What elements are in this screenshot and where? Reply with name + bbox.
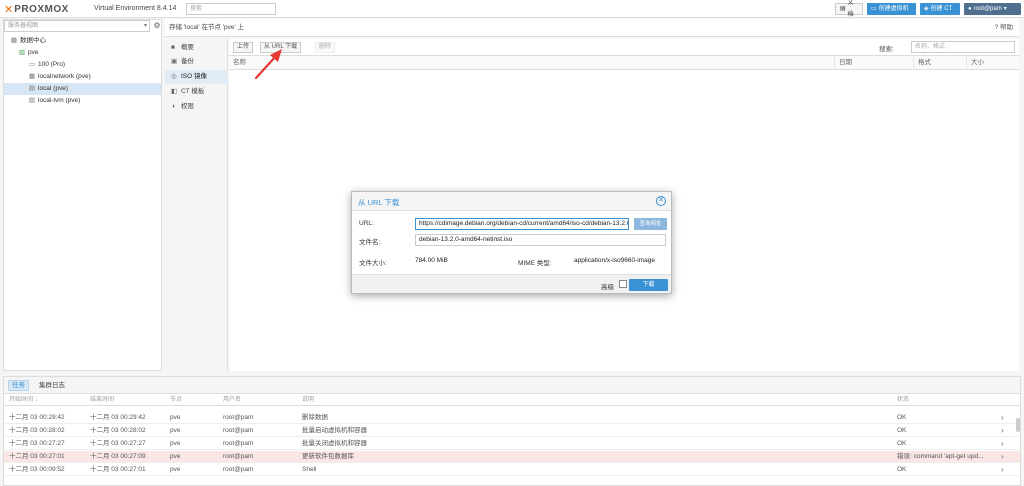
task-row-error[interactable]: 十二月 03 00:27:01 十二月 03 00:27:09 pve root… [4,451,1020,463]
tree-item-node-pve[interactable]: ▥ pve [4,47,161,59]
template-icon: ◧ [171,88,178,95]
resource-tree-panel: 服务器视图 ▾ ⚙ ▦ 数据中心 ▥ pve ▭ 100 (Pro) ▦ localne… [3,19,162,371]
column-node[interactable]: 节点 [165,394,182,406]
download-button[interactable]: 下载 [629,279,668,291]
storage-icon: ▤ [28,97,36,104]
nav-permissions[interactable]: ◑ 权限 [165,100,228,114]
dialog-title: 从 URL 下载 [358,198,400,207]
table-header: 名称 日期 格式 大小 [229,56,1019,70]
task-tabs: 任务 集群日志 [4,377,1020,394]
proxmox-x-icon: ✕ [4,3,14,16]
search-label: 搜索: [879,46,894,53]
disc-icon: ◎ [171,73,177,80]
delete-button[interactable]: 删除 [315,42,336,53]
storage-nav: ■ 概要 ▣ 备份 ◎ ISO 镜像 ◧ CT 模板 ◑ 权限 [165,39,228,371]
dialog-footer: 高级 下载 [352,274,671,293]
advanced-label: 高级 [601,284,614,291]
chevron-right-icon[interactable]: › [1001,451,1004,463]
annotation-arrow [254,49,282,80]
tree-item-localnetwork[interactable]: ▦ localnetwork (pve) [4,71,161,83]
monitor-icon: ▭ [871,6,877,12]
dialog-header: 从 URL 下载 ✕ [352,192,671,211]
download-url-dialog: 从 URL 下载 ✕ URL: https://cdimage.debian.o… [351,191,672,294]
task-row[interactable]: 十二月 03 00:29:42 十二月 03 00:29:42 pve root… [4,412,1020,424]
tree-item-datacenter[interactable]: ▦ 数据中心 [4,35,161,47]
tree-item-local[interactable]: ▤ local (pve) [4,83,161,95]
column-status[interactable]: 状态 [892,394,909,406]
help-button[interactable]: ? 帮助 [995,19,1013,37]
cube-icon: ◈ [924,6,929,12]
filename-label: 文件名: [359,239,381,246]
gear-icon[interactable]: ⚙ [152,21,162,31]
column-format[interactable]: 格式 [914,56,967,70]
chevron-down-icon: ▾ [1003,6,1007,12]
version-label: Virtual Environment 8.4.14 [94,5,177,12]
task-table-header: 开始时间 ↓ 结束时间 节点 用户名 说明 状态 [4,394,1020,406]
column-date[interactable]: 日期 [835,56,914,70]
backup-icon: ▣ [171,58,178,65]
node-icon: ▥ [18,49,26,56]
iso-search-input[interactable]: 名称、格式 [911,41,1015,53]
storage-icon: ▤ [28,85,36,92]
url-field[interactable]: https://cdimage.debian.org/debian-cd/cur… [415,218,629,230]
advanced-checkbox[interactable] [619,280,627,288]
tab-tasks[interactable]: 任务 [8,380,29,391]
file-size-value: 784.00 MiB [415,257,448,264]
mime-type-label: MIME 类型: [518,260,552,267]
column-description[interactable]: 说明 [297,394,314,406]
create-ct-button[interactable]: ◈ 创建 CT [920,3,960,15]
chevron-right-icon[interactable]: › [1001,464,1004,476]
vm-icon: ▭ [28,61,36,68]
documentation-button[interactable]: ▤ 文档 [835,0,863,18]
unlock-icon: ◑ [171,103,175,110]
mime-type-value: application/x-iso9660-image [574,257,655,264]
url-label: URL: [359,220,374,227]
tree-item-local-lvm[interactable]: ▤ local-lvm (pve) [4,95,161,107]
breadcrumb: 存储 'local' 在节点 'pve' 上 ? 帮助 [165,19,1019,37]
top-search-input[interactable]: 搜索 [186,3,276,15]
task-row[interactable]: 十二月 03 00:28:02 十二月 03 00:28:02 pve root… [4,425,1020,437]
column-user[interactable]: 用户名 [218,394,241,406]
iso-toolbar: 上传 从 URL 下载 删除 搜索: 名称、格式 [229,39,1019,56]
task-scrollbar[interactable] [1016,418,1020,432]
nav-ct-templates[interactable]: ◧ CT 模板 [165,85,228,99]
user-menu-button[interactable]: ● root@pam ▾ [964,3,1021,15]
chevron-right-icon[interactable]: › [1001,412,1004,424]
query-url-button[interactable]: 查询网址 [634,218,667,230]
help-icon: ? [994,24,999,31]
task-row[interactable]: 十二月 03 00:09:52 十二月 03 00:27:01 pve root… [4,464,1020,476]
summary-icon: ■ [171,44,175,51]
task-log-panel: 任务 集群日志 开始时间 ↓ 结束时间 节点 用户名 说明 状态 十二月 03 … [3,376,1021,486]
user-icon: ● [968,6,972,12]
column-end-time[interactable]: 结束时间 [85,394,114,406]
create-vm-button[interactable]: ▭ 创建虚拟机 [867,3,916,15]
nav-backup[interactable]: ▣ 备份 [165,55,228,69]
chevron-down-icon: ▾ [143,23,147,29]
nav-summary[interactable]: ■ 概要 [165,41,228,55]
network-icon: ▦ [28,73,36,80]
nav-iso-images[interactable]: ◎ ISO 镜像 [165,70,228,84]
column-name[interactable]: 名称 [229,56,835,70]
column-start-time[interactable]: 开始时间 ↓ [4,394,38,406]
proxmox-logo[interactable]: ✕ PROXMOX [4,3,69,16]
tab-cluster-log[interactable]: 集群日志 [36,380,68,391]
close-icon[interactable]: ✕ [656,196,666,206]
upload-button[interactable]: 上传 [233,42,254,53]
view-selector[interactable]: 服务器视图 ▾ [4,20,150,32]
column-size[interactable]: 大小 [967,56,1019,70]
chevron-right-icon[interactable]: › [1001,438,1004,450]
top-bar: ✕ PROXMOX Virtual Environment 8.4.14 搜索 … [0,0,1024,18]
file-size-label: 文件大小: [359,260,387,267]
datacenter-icon: ▦ [10,37,18,44]
chevron-right-icon[interactable]: › [1001,425,1004,437]
filename-field[interactable]: debian-13.2.0-amd64-netinst.iso [415,234,666,246]
book-icon: ▤ [840,6,846,12]
task-row[interactable]: 十二月 03 00:27:27 十二月 03 00:27:27 pve root… [4,438,1020,450]
tree-item-vm-100[interactable]: ▭ 100 (Pro) [4,59,161,71]
